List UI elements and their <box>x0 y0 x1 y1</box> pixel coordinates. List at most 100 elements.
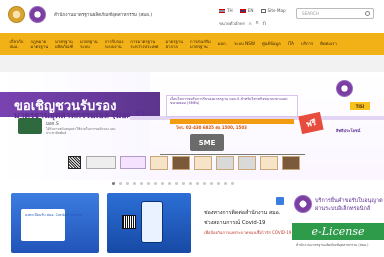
nav-item[interactable]: ติดต่อเรา <box>317 41 341 47</box>
nav-item-line1: บริการ <box>301 41 314 47</box>
nav-item[interactable]: มาตรฐาน ฮาลาล <box>162 39 187 50</box>
lang-th-button[interactable]: TH <box>219 8 233 13</box>
nav-item[interactable]: มาตรฐาน ระบบ <box>76 39 101 50</box>
garuda-emblem-icon <box>8 6 25 23</box>
carousel-dot[interactable] <box>126 182 129 185</box>
carousel-dot[interactable] <box>119 182 122 185</box>
elicense-sub: สำนักงานมาตรฐานผลิตภัณฑ์อุตสาหกรรม (สมอ.… <box>296 243 369 247</box>
banner-detail-text: ได้รับการสนับสนุนค่าใช้จ่ายในการขอรับรอง… <box>46 127 116 135</box>
news-subtitle[interactable]: ช่วงสถานการณ์ Covid-19 <box>204 219 265 227</box>
news-note: เพื่อป้องกันการแพร่ระบาดของเชื้อไวรัส CO… <box>204 230 292 235</box>
sitemap-icon <box>260 9 266 13</box>
nav-item[interactable]: ITA <box>284 41 297 47</box>
nav-item[interactable]: ระบบ NSW <box>230 41 258 47</box>
elicense-card[interactable]: บริการยื่นคำขอรับใบอนุญาต ผ่านระบบอิเล็ก… <box>292 193 384 253</box>
sitemap-link[interactable]: Site Map <box>260 8 286 13</box>
carousel-dot[interactable] <box>161 182 164 185</box>
carousel-dot[interactable] <box>147 182 150 185</box>
nav-item-line1: มอก. <box>217 41 227 47</box>
sme-badge: SME <box>190 134 224 151</box>
carousel-dot[interactable] <box>168 182 171 185</box>
qr-code-icon <box>68 156 81 169</box>
product-food-icon <box>150 156 168 170</box>
nav-item[interactable]: มอก. <box>214 41 230 47</box>
nav-item[interactable]: การมาตรฐาน ระหว่างประเทศ <box>127 39 162 50</box>
product-auto-icon <box>238 156 256 170</box>
banner-tisi-emblem-icon <box>336 80 353 97</box>
nav-item[interactable]: การส่งเสริม มาตรฐาน <box>187 39 215 50</box>
search-input[interactable]: SEARCH <box>296 8 374 19</box>
org-name: สำนักงานมาตรฐานผลิตภัณฑ์อุตสาหกรรม (สมอ.… <box>54 13 153 18</box>
news-badge-icon <box>276 197 284 205</box>
news-title[interactable]: ช่องทางการติดต่อสำนักงาน สมอ. <box>204 209 280 217</box>
line-qr-code-icon <box>122 215 136 229</box>
carousel-dot[interactable] <box>140 182 143 185</box>
carousel-dot[interactable] <box>189 182 192 185</box>
carousel-dot[interactable] <box>112 182 115 185</box>
logo-group[interactable] <box>8 6 46 23</box>
nav-item[interactable]: การรับรอง ระบบงาน <box>101 39 127 50</box>
nav-item[interactable]: เกี่ยวกับ สมอ. <box>6 39 27 50</box>
free-badge: ฟรี <box>298 111 324 135</box>
elicense-tisi-logo-icon <box>294 195 312 213</box>
font-size-controls: ขนาดตัวอักษร ก ก ก <box>219 18 266 28</box>
nav-item-line1: ระบบ NSW <box>233 41 256 47</box>
nav-item-line1: ศูนย์ข้อมูล <box>262 41 281 47</box>
nav-item-line2: มาตรฐาน <box>30 44 49 49</box>
privilege-heading: สิทธิประโยชน์ <box>336 128 361 133</box>
nav-item-line2: ฮาลาล <box>165 44 178 49</box>
lang-en-button[interactable]: EN <box>239 8 254 13</box>
carousel-dots <box>112 182 234 185</box>
font-normal-button[interactable]: ก <box>249 20 252 27</box>
carousel-dot[interactable] <box>217 182 220 185</box>
mok-s-logo-icon <box>18 118 42 134</box>
nav-item-line2: สมอ. <box>9 44 19 49</box>
banner-phone: โทร. 02-430 6825 ต่อ 1500, 1503 <box>176 125 247 130</box>
product-textile-icon <box>260 156 278 170</box>
search-placeholder: SEARCH <box>302 11 319 16</box>
carousel-dot[interactable] <box>210 182 213 185</box>
carousel-dot[interactable] <box>182 182 185 185</box>
nav-item-line2: ระบบ <box>79 44 90 49</box>
banner-info-box <box>86 156 116 169</box>
card1-text: ลงทะเบียนรับ สมอ. Contact Center <box>25 213 83 217</box>
elicense-title-line2: ผ่านระบบอิเล็กทรอนิกส์ <box>315 206 371 212</box>
language-switcher: TH EN Site Map <box>219 8 286 13</box>
uk-flag-icon <box>239 9 246 13</box>
product-craft-icon <box>194 156 212 170</box>
carousel-dot[interactable] <box>196 182 199 185</box>
nav-item-line2: มาตรฐาน <box>190 44 208 49</box>
nav-divider-band <box>0 55 384 72</box>
nav-item[interactable]: มาตรฐาน ผลิตภัณฑ์ <box>52 39 77 50</box>
font-larger-button[interactable]: ก <box>263 18 267 28</box>
banner-product-icons <box>150 156 300 170</box>
banner-tree-line <box>160 154 305 155</box>
line-qr-card[interactable] <box>107 193 191 253</box>
font-large-button[interactable]: ก <box>255 19 258 27</box>
thai-flag-icon <box>219 9 225 13</box>
nav-item-line2: ระหว่างประเทศ <box>130 44 159 49</box>
elicense-title-line1: บริการยื่นคำขอรับใบอนุญาต <box>315 198 383 204</box>
mok-s-label: มอก.S <box>46 122 59 127</box>
tisi-logo-icon <box>29 6 46 23</box>
elicense-button[interactable]: e-License <box>292 223 384 240</box>
site-header: สำนักงานมาตรฐานผลิตภัณฑ์อุตสาหกรรม (สมอ.… <box>0 0 384 33</box>
carousel-dot[interactable] <box>175 182 178 185</box>
nav-item[interactable]: ศูนย์ข้อมูล <box>259 41 285 47</box>
nav-item[interactable]: กฎหมาย มาตรฐาน <box>27 39 52 50</box>
smartphone-icon <box>141 201 163 243</box>
carousel-dot[interactable] <box>154 182 157 185</box>
tisi-badge: TISI <box>350 102 370 110</box>
carousel-dot[interactable] <box>133 182 136 185</box>
hero-banner[interactable]: ขอเชิญชวนรับรอง มาตรฐานอุตสาหกรรมเอส (มอ… <box>0 72 384 180</box>
carousel-dot[interactable] <box>224 182 227 185</box>
product-building-icon <box>282 156 300 170</box>
carousel-dot[interactable] <box>203 182 206 185</box>
nav-item[interactable]: บริการ <box>298 41 317 47</box>
carousel-dot[interactable] <box>231 182 234 185</box>
nav-item-line1: ติดต่อเรา <box>320 41 337 47</box>
nav-item-line1: ITA <box>287 41 295 47</box>
product-furniture-icon <box>172 156 190 170</box>
contact-center-card[interactable]: ลงทะเบียนรับ สมอ. Contact Center <box>11 193 99 253</box>
search-icon[interactable] <box>365 11 370 16</box>
